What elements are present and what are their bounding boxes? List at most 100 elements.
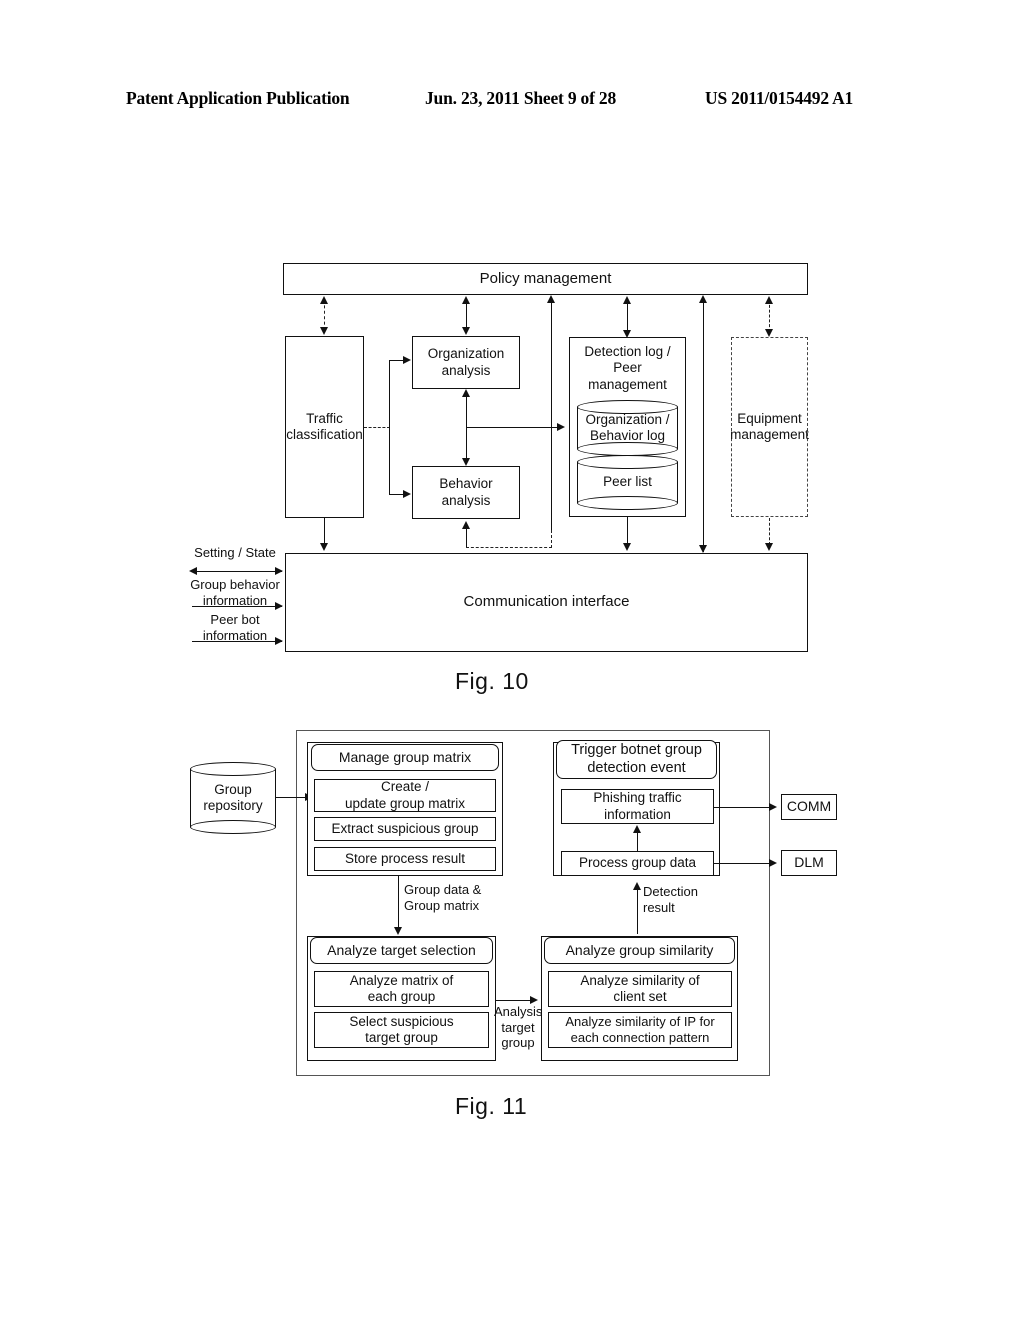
fig11-phishing-to-comm-arrow (769, 802, 777, 811)
fig10-arrow-policy-detlog-up (622, 296, 631, 304)
fig11-manage-group-matrix-title-label: Manage group matrix (338, 749, 472, 766)
fig10-detlog-to-comm-arrow (622, 543, 631, 551)
fig11-label-analysis-target-group: Analysis target group (494, 1004, 542, 1051)
fig10-arrow-policy-equip-line (769, 300, 770, 332)
fig10-equipment-management-label: Equipment management (730, 410, 809, 442)
fig10-arrow-policy-traffic-down (319, 327, 328, 335)
fig11-analyze-similarity-ip-box: Analyze similarity of IP for each connec… (548, 1012, 732, 1048)
fig10-traffic-to-behavior-arrow (403, 489, 411, 498)
fig11-trigger-event-title: Trigger botnet group detection event (556, 740, 717, 779)
fig10-arrow-policy-org-line (466, 300, 468, 330)
publication-header: Patent Application Publication Jun. 23, … (0, 84, 1024, 112)
fig11-label-group-data-matrix-text: Group data & Group matrix (404, 882, 482, 913)
fig10-peer-list-cylinder: Peer list (577, 455, 678, 510)
fig11-dlm-label: DLM (794, 854, 824, 871)
fig11-manage-to-target-line (398, 876, 400, 929)
fig11-group-repository-label: Group repository (203, 781, 263, 813)
publication-number: US 2011/0154492 A1 (705, 87, 854, 108)
fig10-comm-to-behavior-hook-h (466, 547, 552, 548)
fig11-analyze-group-similarity-title: Analyze group similarity (544, 937, 735, 964)
fig10-arrow-policy-comm-line (703, 298, 705, 552)
fig11-manage-to-target-arrow (393, 927, 402, 935)
fig10-policy-management-label: Policy management (479, 269, 612, 287)
fig10-arrow-policy-org-up (461, 296, 470, 304)
fig10-arrow-policy-equip-down (764, 329, 773, 337)
fig11-select-suspicious-target-group-label: Select suspicious target group (349, 1013, 454, 1045)
fig10-analysis-to-detlog-line (466, 427, 558, 429)
fig10-peer-bot-arrow (275, 636, 283, 645)
fig10-arrow-policy-detlog-line (627, 300, 629, 334)
fig10-detection-log-label: Detection log / Peer management (584, 344, 671, 392)
fig11-analyze-matrix-of-each-group-label: Analyze matrix of each group (349, 972, 454, 1004)
fig11-phishing-to-comm-line (714, 807, 774, 809)
fig10-behavior-analysis-label: Behavior analysis (439, 476, 493, 508)
fig10-communication-interface-label: Communication interface (463, 593, 630, 611)
fig11-create-update-group-matrix-label: Create / update group matrix (344, 779, 466, 811)
fig10-organization-analysis-label: Organization analysis (427, 346, 505, 378)
fig11-process-to-phishing-line (637, 830, 639, 851)
fig11-label-detection-result-text: Detection result (643, 884, 698, 915)
fig10-arrow-policy-equip-up (764, 296, 773, 304)
fig11-comm-label: COMM (786, 798, 832, 815)
fig10-policy-management-box: Policy management (283, 263, 808, 295)
fig11-create-update-group-matrix-box: Create / update group matrix (314, 779, 496, 812)
fig11-phishing-traffic-information-label: Phishing traffic information (593, 790, 682, 822)
fig11-analyze-target-selection-title-label: Analyze target selection (327, 942, 476, 959)
fig11-label-group-data-matrix: Group data & Group matrix (404, 882, 514, 913)
fig10-org-behavior-down-arrow (461, 458, 470, 466)
fig10-setting-state-left-arrow (189, 566, 197, 575)
fig11-manage-group-matrix-title: Manage group matrix (311, 744, 499, 771)
fig10-organization-behavior-log-cylinder: Organization / Behavior log (577, 400, 678, 456)
fig11-analyze-similarity-client-set-label: Analyze similarity of client set (580, 972, 700, 1004)
fig10-traffic-branch-stub (364, 427, 390, 428)
fig11-analyze-similarity-ip-label: Analyze similarity of IP for each connec… (565, 1014, 715, 1045)
fig10-label-peer-bot-info-text: Peer bot information (202, 612, 268, 643)
fig11-extract-suspicious-group-label: Extract suspicious group (331, 820, 479, 836)
fig10-arrow-policy-comm-up (698, 295, 707, 303)
fig10-label-peer-bot-info: Peer bot information (186, 612, 284, 643)
fig10-traffic-to-comm-line (324, 518, 326, 545)
fig10-arrow-policy-behavior-line (551, 298, 553, 530)
fig10-arrow-policy-traffic-line (324, 300, 325, 330)
fig11-analyze-matrix-of-each-group-box: Analyze matrix of each group (314, 971, 489, 1007)
fig11-phishing-traffic-information-box: Phishing traffic information (561, 789, 714, 824)
fig11-process-group-data-box: Process group data (561, 851, 714, 876)
fig11-similarity-to-trigger-arrow (632, 882, 641, 890)
fig11-extract-suspicious-group-box: Extract suspicious group (314, 817, 496, 841)
publication-type: Patent Application Publication (126, 87, 350, 108)
fig10-equipment-management-box: Equipment management (730, 337, 809, 517)
fig10-organization-analysis-box: Organization analysis (412, 336, 520, 389)
fig11-process-to-dlm-arrow (769, 858, 777, 867)
fig11-group-repository-cylinder: Group repository (190, 762, 276, 834)
fig11-trigger-event-title-label: Trigger botnet group detection event (571, 742, 702, 776)
fig10-organization-behavior-log-label: Organization / Behavior log (585, 411, 670, 443)
publication-date-sheet: Jun. 23, 2011 Sheet 9 of 28 (425, 87, 617, 108)
fig11-comm-box: COMM (781, 794, 837, 820)
fig11-analyze-similarity-client-set-box: Analyze similarity of client set (548, 971, 732, 1007)
fig11-store-process-result-box: Store process result (314, 847, 496, 871)
fig10-equip-to-comm-line (769, 518, 770, 545)
fig10-caption: Fig. 10 (455, 668, 529, 694)
fig11-target-to-similarity-arrow (530, 995, 538, 1004)
fig10-setting-state-line (192, 571, 282, 573)
fig11-dlm-box: DLM (781, 850, 837, 876)
fig10-org-behavior-up-arrow (461, 389, 470, 397)
fig10-behavior-analysis-box: Behavior analysis (412, 466, 520, 519)
fig11-select-suspicious-target-group-box: Select suspicious target group (314, 1012, 489, 1048)
fig11-analyze-group-similarity-title-label: Analyze group similarity (565, 942, 714, 959)
fig11-label-detection-result: Detection result (643, 884, 723, 915)
fig10-traffic-to-comm-arrow (319, 543, 328, 551)
fig10-peer-list-label: Peer list (603, 474, 652, 490)
fig11-analyze-target-selection-title: Analyze target selection (310, 937, 493, 964)
fig10-arrow-policy-behavior-up (546, 295, 555, 303)
fig10-traffic-classification-box: Traffic classification (285, 336, 364, 518)
fig10-group-behavior-line (192, 606, 282, 608)
fig10-comm-to-behavior-arrow (461, 521, 470, 529)
fig10-traffic-classification-label: Traffic classification (286, 410, 363, 442)
fig11-process-to-dlm-line (714, 863, 774, 865)
fig10-traffic-branch-spine (389, 360, 391, 495)
fig10-comm-to-behavior-hook-v (551, 530, 552, 548)
fig10-analysis-to-detlog-arrow (557, 422, 565, 431)
fig11-similarity-to-trigger-line (637, 886, 639, 934)
fig10-arrow-policy-traffic-up (319, 296, 328, 304)
